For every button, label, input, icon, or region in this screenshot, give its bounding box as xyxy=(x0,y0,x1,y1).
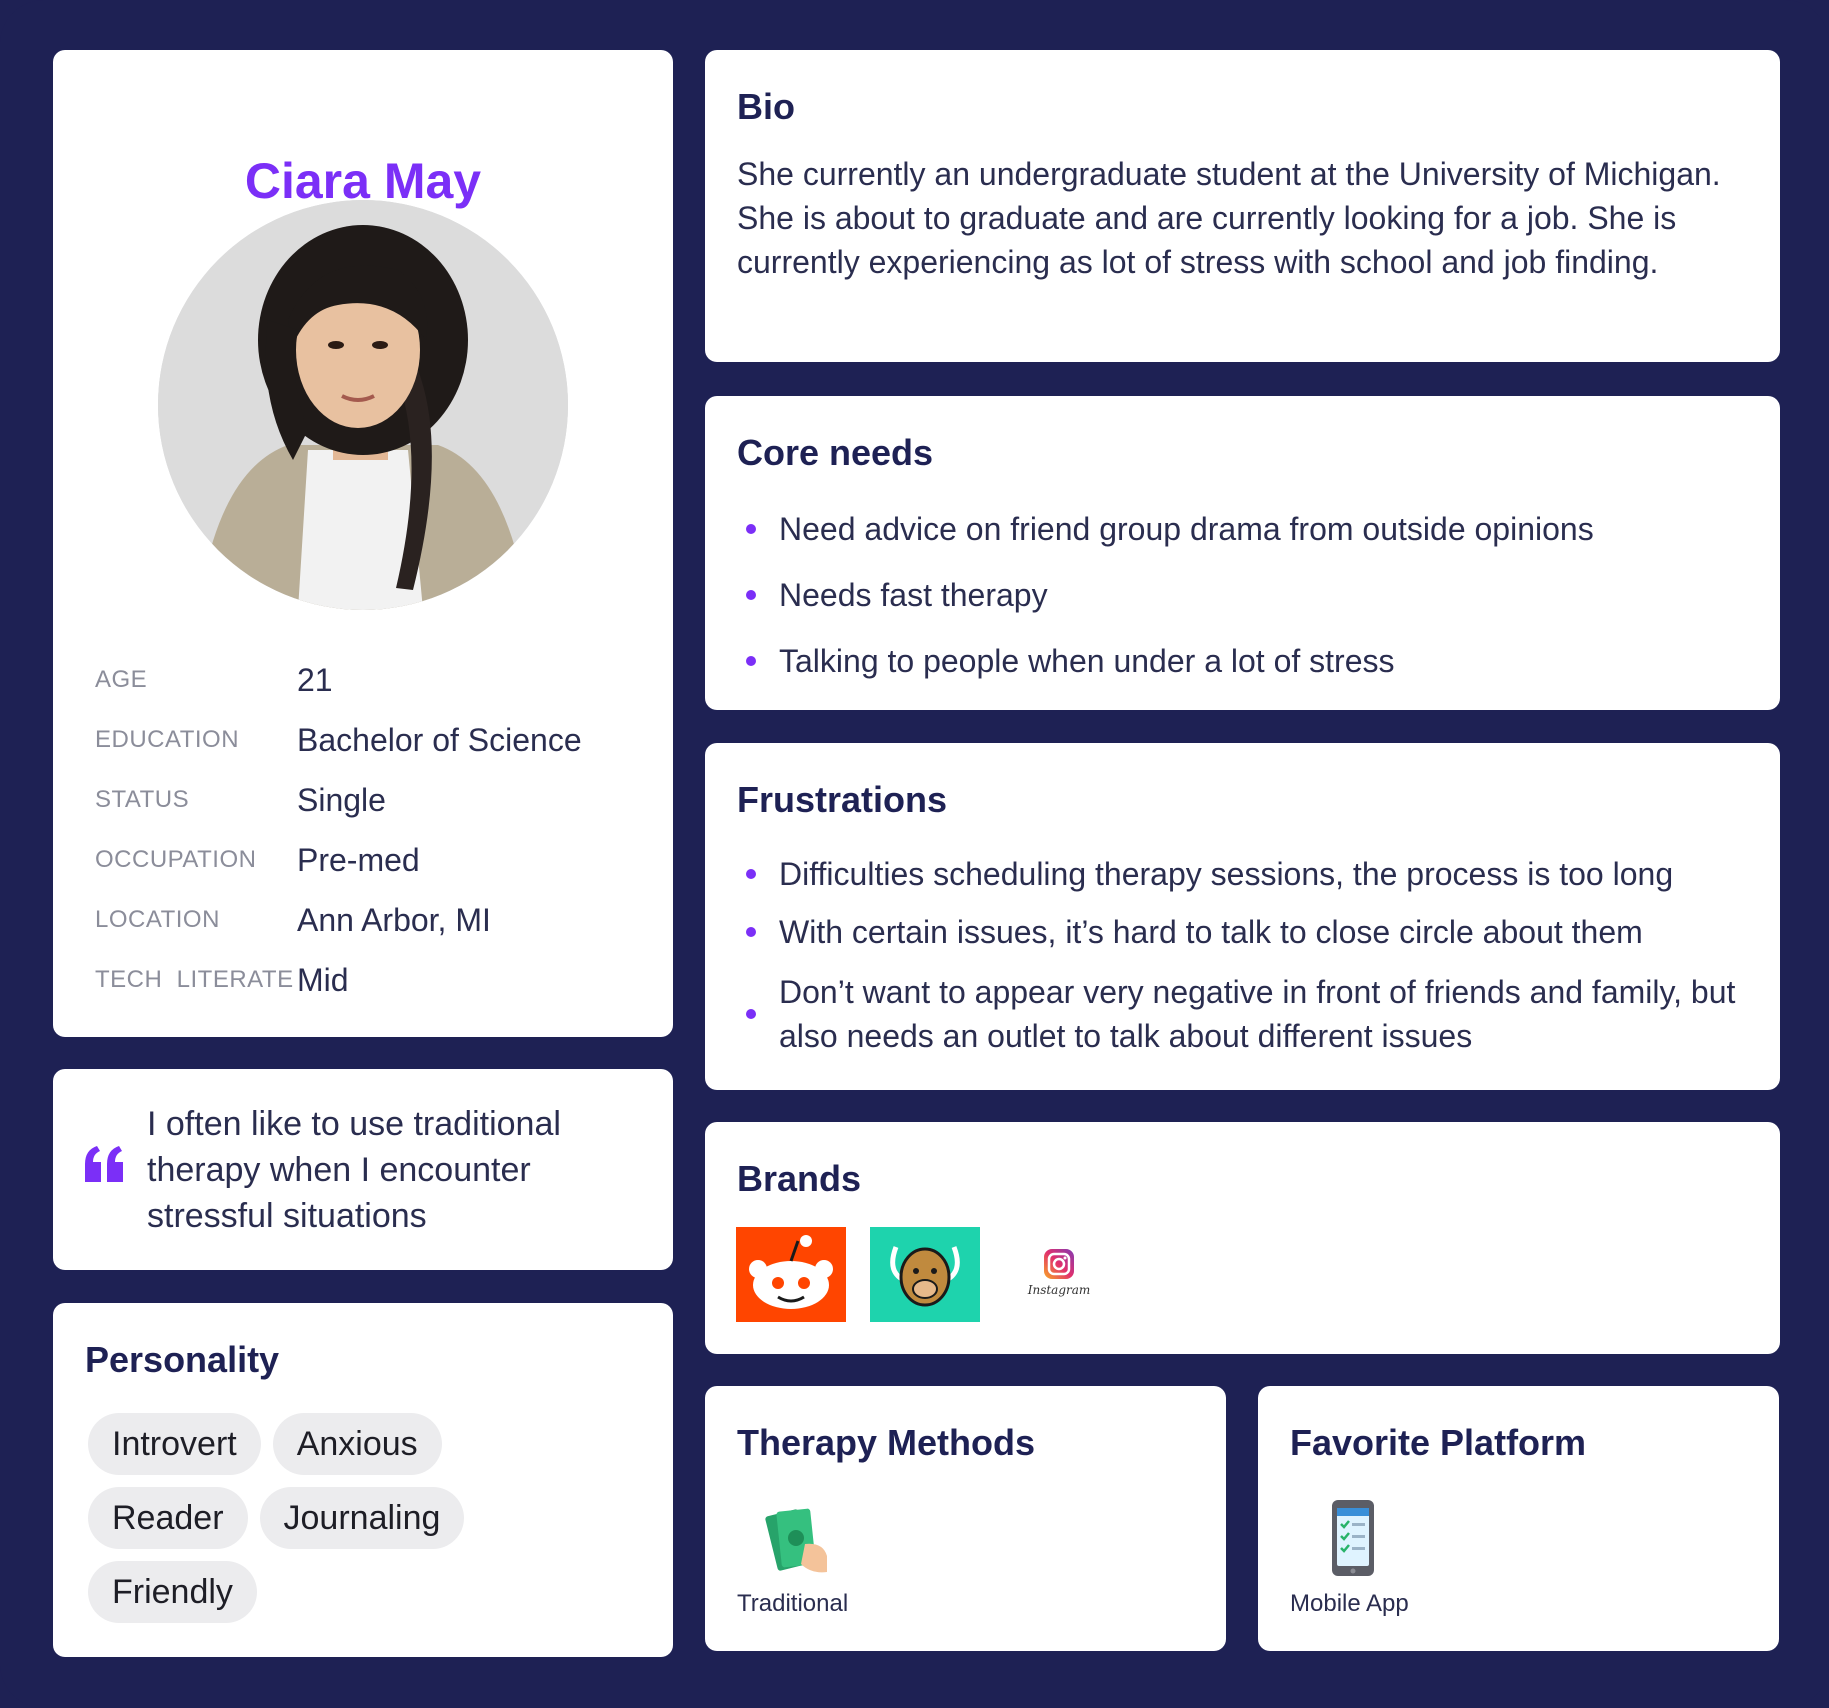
mobile-app-icon xyxy=(1318,1498,1388,1578)
therapy-method-label: Traditional xyxy=(737,1590,849,1617)
list-item: Talking to people when under a lot of st… xyxy=(737,628,1757,694)
bio-text: She currently an undergraduate student a… xyxy=(737,156,1721,280)
favorite-platform-title: Favorite Platform xyxy=(1290,1422,1587,1463)
fact-education: EDUCATION Bachelor of Science xyxy=(95,710,655,770)
fact-label: LOCATION xyxy=(95,906,220,933)
personality-title: Personality xyxy=(85,1339,280,1380)
bullet-icon xyxy=(746,656,756,666)
favorite-platform-label: Mobile App xyxy=(1290,1590,1409,1617)
bio-title: Bio xyxy=(737,86,795,127)
fact-status: STATUS Single xyxy=(95,770,655,830)
fact-tech-literate: TECH LITERATE Mid xyxy=(95,950,655,1010)
list-item: Needs fast therapy xyxy=(737,562,1757,628)
personality-tags: Introvert Anxious Reader Journaling Frie… xyxy=(88,1413,658,1635)
list-item: With certain issues, it’s hard to talk t… xyxy=(737,903,1757,961)
profile-card: Ciara May AGE 21 EDUCATION Bachelor of S… xyxy=(53,50,673,1037)
fact-value: Bachelor of Science xyxy=(297,721,582,758)
fact-label: STATUS xyxy=(95,786,190,813)
core-needs-card: Core needs Need advice on friend group d… xyxy=(705,396,1780,710)
brands-card: Brands Instagram xyxy=(705,1122,1780,1354)
bio-card: Bio She currently an undergraduate stude… xyxy=(705,50,1780,362)
fact-label: EDUCATION xyxy=(95,726,240,753)
brands-title: Brands xyxy=(737,1158,862,1199)
instagram-logo-icon: Instagram xyxy=(1004,1227,1114,1322)
core-needs-title: Core needs xyxy=(737,432,934,473)
fact-value: 21 xyxy=(297,661,333,698)
bullet-icon xyxy=(746,524,756,534)
personality-tag: Friendly xyxy=(88,1561,257,1623)
list-item-text: Difficulties scheduling therapy sessions… xyxy=(779,856,1674,892)
fact-value: Pre-med xyxy=(297,841,420,878)
fact-label: AGE xyxy=(95,666,148,693)
core-needs-list: Need advice on friend group drama from o… xyxy=(737,496,1757,694)
quote-text: I often like to use traditional therapy … xyxy=(147,1105,561,1235)
fact-value: Mid xyxy=(297,961,349,998)
frustrations-title: Frustrations xyxy=(737,779,948,820)
fact-value: Single xyxy=(297,781,386,818)
personality-card: Personality Introvert Anxious Reader Jou… xyxy=(53,1303,673,1657)
therapy-methods-title: Therapy Methods xyxy=(737,1422,1036,1463)
instagram-wordmark: Instagram xyxy=(1027,1283,1091,1297)
personality-tag: Anxious xyxy=(272,1413,442,1475)
fact-label: TECH LITERATE xyxy=(95,966,294,993)
fact-location: LOCATION Ann Arbor, MI xyxy=(95,890,655,950)
frustrations-card: Frustrations Difficulties scheduling the… xyxy=(705,743,1780,1090)
list-item-text: Needs fast therapy xyxy=(779,577,1048,613)
avatar xyxy=(158,200,568,610)
fact-value: Ann Arbor, MI xyxy=(297,901,491,938)
therapy-methods-card: Therapy Methods Traditional xyxy=(705,1386,1226,1651)
fact-occupation: OCCUPATION Pre-med xyxy=(95,830,655,890)
fact-label: OCCUPATION xyxy=(95,846,257,873)
fact-age: AGE 21 xyxy=(95,650,655,710)
bullet-icon xyxy=(746,590,756,600)
personality-tag: Reader xyxy=(88,1487,248,1549)
personality-tag: Journaling xyxy=(259,1487,465,1549)
yik-yak-logo-icon xyxy=(870,1227,980,1322)
list-item: Need advice on friend group drama from o… xyxy=(737,496,1757,562)
brand-logos: Instagram xyxy=(736,1227,1138,1322)
bullet-icon xyxy=(746,1009,756,1019)
quote-card: I often like to use traditional therapy … xyxy=(53,1069,673,1270)
money-hand-icon xyxy=(765,1498,835,1578)
list-item-text: Need advice on friend group drama from o… xyxy=(779,511,1594,547)
personality-tag: Introvert xyxy=(88,1413,261,1475)
profile-facts: AGE 21 EDUCATION Bachelor of Science STA… xyxy=(95,650,655,1010)
list-item: Don’t want to appear very negative in fr… xyxy=(737,961,1757,1067)
persona-board: Ciara May AGE 21 EDUCATION Bachelor of S… xyxy=(0,0,1829,1708)
favorite-platform-card: Favorite Platform Mobile App xyxy=(1258,1386,1779,1651)
bullet-icon xyxy=(746,869,756,879)
list-item-text: Don’t want to appear very negative in fr… xyxy=(779,974,1736,1054)
quote-mark-icon xyxy=(83,1101,125,1197)
list-item: Difficulties scheduling therapy sessions… xyxy=(737,845,1757,903)
list-item-text: Talking to people when under a lot of st… xyxy=(779,643,1395,679)
frustrations-list: Difficulties scheduling therapy sessions… xyxy=(737,845,1757,1067)
reddit-logo-icon xyxy=(736,1227,846,1322)
bullet-icon xyxy=(746,927,756,937)
list-item-text: With certain issues, it’s hard to talk t… xyxy=(779,914,1643,950)
